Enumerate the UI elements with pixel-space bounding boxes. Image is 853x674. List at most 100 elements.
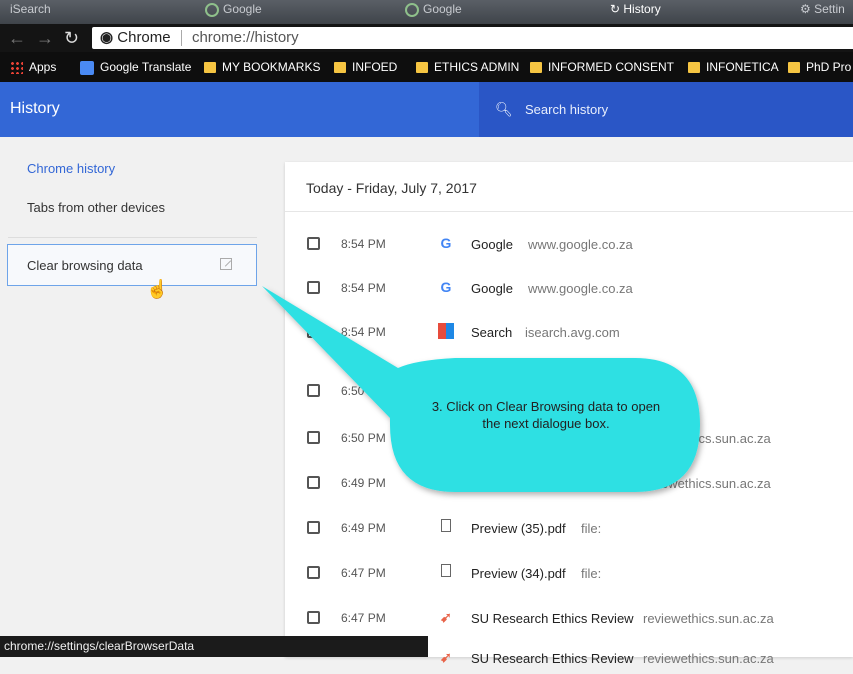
callout-text: 3. Click on Clear Browsing data to open … [431,399,661,431]
page-title-link[interactable]: Preview (35).pdf [471,521,566,536]
security-label: Chrome [117,29,171,46]
bookmark-folder[interactable]: INFOED [334,52,397,82]
clear-browsing-data-label: Clear browsing data [27,258,143,273]
bookmark-apps[interactable]: Apps [10,52,56,82]
page-domain: reviewethics.sun.ac.za [640,476,771,491]
search-history-field[interactable]: 🔍︎ Search history [479,82,853,137]
apps-grid-icon [10,61,23,75]
bookmark-label: INFOED [352,60,398,74]
tab-title: Settin [814,2,845,16]
folder-icon [334,62,346,74]
visit-time: 8:54 PM [341,281,386,295]
folder-icon [788,62,800,74]
bookmark-folder[interactable]: INFONETICA [688,52,779,82]
google-icon: G [440,235,452,251]
file-icon [441,564,451,577]
row-checkbox[interactable] [307,611,320,624]
page-domain: reviewethics.sun.ac.za [643,611,774,626]
back-icon[interactable]: ← [8,27,26,49]
page-title-link[interactable]: Preview (34).pdf [471,566,566,581]
visit-time: 8:54 PM [341,325,386,339]
browser-tab[interactable]: ⚙ Settin [800,0,845,24]
browser-tab[interactable]: Google [405,0,462,24]
browser-tab[interactable]: iSearch [10,0,51,24]
divider [285,211,853,212]
row-checkbox[interactable] [307,476,320,489]
divider [180,30,182,47]
google-icon [205,2,219,17]
page-domain: file: [581,521,602,536]
row-checkbox[interactable] [307,431,320,444]
browser-tab-strip: iSearch Google Google ↻ History ⚙ Settin [0,0,853,24]
history-row[interactable]: 6:49 PM Preview (35).pdf file: [285,514,853,544]
su-ethics-icon: ➹ [440,609,452,625]
bookmark-label: INFONETICA [706,60,779,74]
file-icon [441,519,451,532]
visit-time: 6:50 PM [341,431,386,445]
folder-icon [204,62,216,74]
page-title-link[interactable]: Google [471,281,513,296]
history-icon: ↻ [610,2,624,16]
bookmark-folder[interactable]: PhD Pro [788,52,851,82]
clear-browsing-data-button[interactable]: Clear browsing data [7,244,257,286]
history-row[interactable]: 6:47 PM ➹ SU Research Ethics Review revi… [285,604,853,634]
tab-title: Google [223,2,262,16]
visit-time: 8:54 PM [341,237,386,251]
search-icon: 🔍︎ [495,101,513,117]
folder-icon [530,62,542,74]
google-icon [405,2,419,17]
bookmark-label: Google Translate [100,60,192,74]
avg-search-icon [438,323,454,339]
history-row[interactable]: 8:54 PM G Google www.google.co.za [285,230,853,260]
page-title-link[interactable]: Google [471,237,513,252]
row-checkbox[interactable] [307,384,320,397]
page-domain: www.google.co.za [528,237,633,252]
bookmark-label: MY BOOKMARKS [222,60,321,74]
bookmark-google-translate[interactable]: Google Translate [80,52,191,82]
day-heading: Today - Friday, July 7, 2017 [306,180,477,196]
browser-tab[interactable]: Google [205,0,262,24]
visit-time: 6:47 PM [341,611,386,625]
folder-icon [416,62,428,74]
tab-title: History [623,2,661,16]
page-domain: file: [581,566,602,581]
bookmark-folder[interactable]: INFORMED CONSENT [530,52,674,82]
omnibox[interactable]: ◉ Chrome chrome://history [92,27,853,49]
bookmark-folder[interactable]: MY BOOKMARKS [204,52,320,82]
google-icon: G [440,279,452,295]
gear-icon: ⚙ [800,2,815,16]
browser-toolbar: ← → ↻ ◉ Chrome chrome://history [0,24,853,52]
sidebar-item-tabs-other-devices[interactable]: Tabs from other devices [27,200,165,215]
page-domain: www.google.co.za [528,281,633,296]
visit-time: 6:49 PM [341,476,386,490]
visit-time: 6:49 PM [341,521,386,535]
reload-icon[interactable]: ↻ [64,27,79,49]
url-text[interactable]: chrome://history [192,29,299,46]
row-checkbox[interactable] [307,325,320,338]
history-row[interactable]: 6:47 PM Preview (34).pdf file: [285,559,853,589]
search-input[interactable]: Search history [525,82,608,137]
google-translate-icon [80,60,94,75]
bookmark-label: Apps [29,60,57,74]
forward-icon[interactable]: → [36,27,54,49]
page-domain: isearch.avg.com [525,325,620,340]
page-title-link[interactable]: Search [471,325,512,340]
bookmark-label: PhD Pro [806,60,852,74]
browser-tab-active[interactable]: ↻ History [610,0,661,24]
page-title-link[interactable]: SU Research Ethics Review [471,651,634,666]
bookmark-folder[interactable]: ETHICS ADMIN [416,52,519,82]
chrome-logo-icon: ◉ [100,29,114,46]
row-checkbox[interactable] [307,237,320,250]
sidebar-item-chrome-history[interactable]: Chrome history [27,161,115,176]
row-checkbox[interactable] [307,566,320,579]
external-link-icon [220,258,232,270]
history-row[interactable]: 8:54 PM G Google www.google.co.za [285,274,853,304]
page-title-link[interactable]: SU Research Ethics Review [471,611,634,626]
row-checkbox[interactable] [307,281,320,294]
history-row[interactable]: 6:49 PM reviewethics.sun.ac.za [285,469,853,499]
page-domain: reviewethics.sun.ac.za [643,651,774,666]
history-row[interactable]: 8:54 PM Search isearch.avg.com [285,318,853,348]
row-checkbox[interactable] [307,521,320,534]
bookmark-label: INFORMED CONSENT [548,60,674,74]
divider [8,237,257,238]
